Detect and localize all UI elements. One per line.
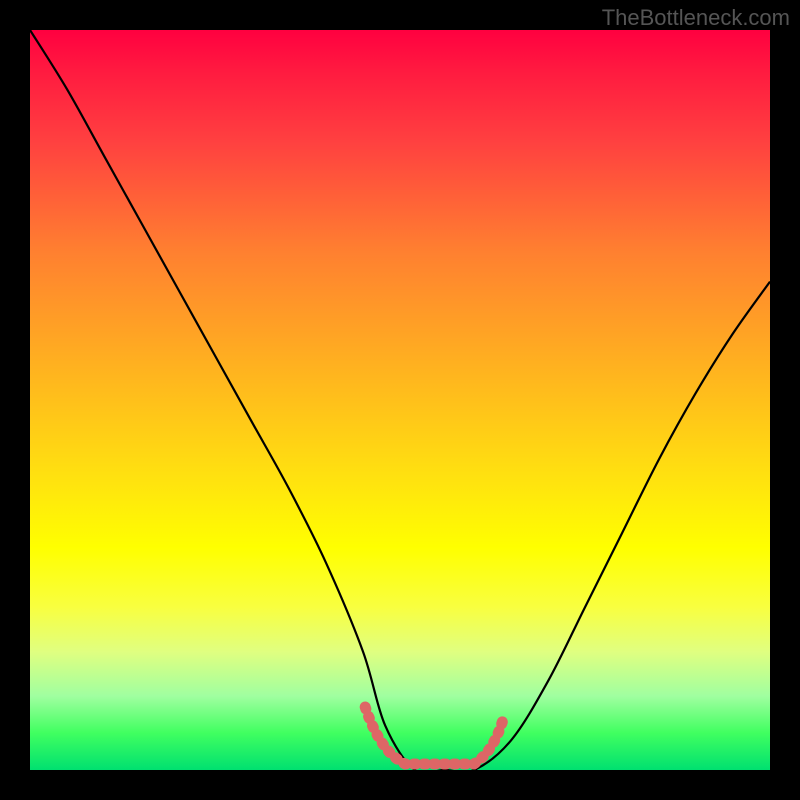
watermark-text: TheBottleneck.com — [602, 5, 790, 31]
chart-svg — [30, 30, 770, 770]
chart-plot-area — [30, 30, 770, 770]
highlight-segment — [365, 707, 504, 764]
bottleneck-curve-path — [30, 30, 770, 770]
